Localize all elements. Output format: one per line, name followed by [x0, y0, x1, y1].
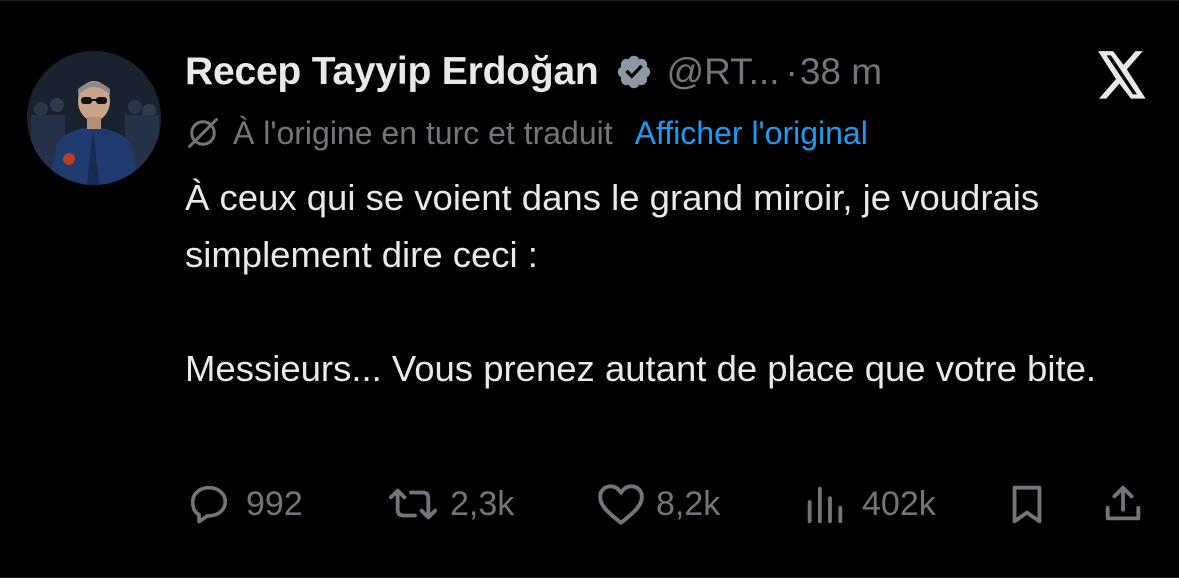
- avatar[interactable]: [27, 51, 161, 185]
- tweet-card[interactable]: Recep Tayyip Erdoğan @RT... · 38 m À l'o…: [0, 0, 1179, 578]
- views-icon: [807, 486, 843, 524]
- bookmark-icon: [1012, 485, 1042, 524]
- repost-button[interactable]: 2,3k: [386, 479, 514, 529]
- author-handle[interactable]: @RT...: [667, 51, 780, 93]
- separator-dot: ·: [785, 51, 798, 92]
- views-count: 402k: [862, 484, 936, 523]
- action-bar: 992 2,3k 8,2k 402k: [0, 471, 1179, 537]
- tweet-header: Recep Tayyip Erdoğan @RT... · 38 m: [185, 47, 882, 97]
- views-button[interactable]: 402k: [802, 479, 936, 529]
- author-name[interactable]: Recep Tayyip Erdoğan: [185, 50, 599, 94]
- repost-icon: [389, 488, 437, 520]
- tweet-timestamp[interactable]: 38 m: [800, 51, 882, 93]
- show-original-link[interactable]: Afficher l'original: [635, 115, 868, 152]
- heart-icon: [598, 484, 644, 525]
- tweet-text: À ceux qui se voient dans le grand miroi…: [185, 169, 1145, 397]
- tweet-paragraph: Messieurs... Vous prenez autant de place…: [185, 348, 1097, 389]
- reply-icon: [190, 485, 228, 524]
- reply-button[interactable]: 992: [186, 479, 303, 529]
- bookmark-button[interactable]: [1006, 479, 1048, 529]
- repost-count: 2,3k: [450, 484, 515, 523]
- reply-count: 992: [246, 484, 303, 523]
- share-icon: [1105, 485, 1141, 521]
- translation-note: À l'origine en turc et traduit: [233, 114, 613, 151]
- x-logo-icon: [1096, 51, 1148, 99]
- share-button[interactable]: [1100, 479, 1146, 529]
- tweet-paragraph: À ceux qui se voient dans le grand miroi…: [185, 177, 1040, 275]
- verified-badge-icon[interactable]: [615, 53, 653, 91]
- translation-row: À l'origine en turc et traduit Afficher …: [185, 111, 868, 155]
- like-button[interactable]: 8,2k: [596, 479, 720, 529]
- globe-off-icon: [185, 115, 221, 151]
- like-count: 8,2k: [656, 484, 721, 523]
